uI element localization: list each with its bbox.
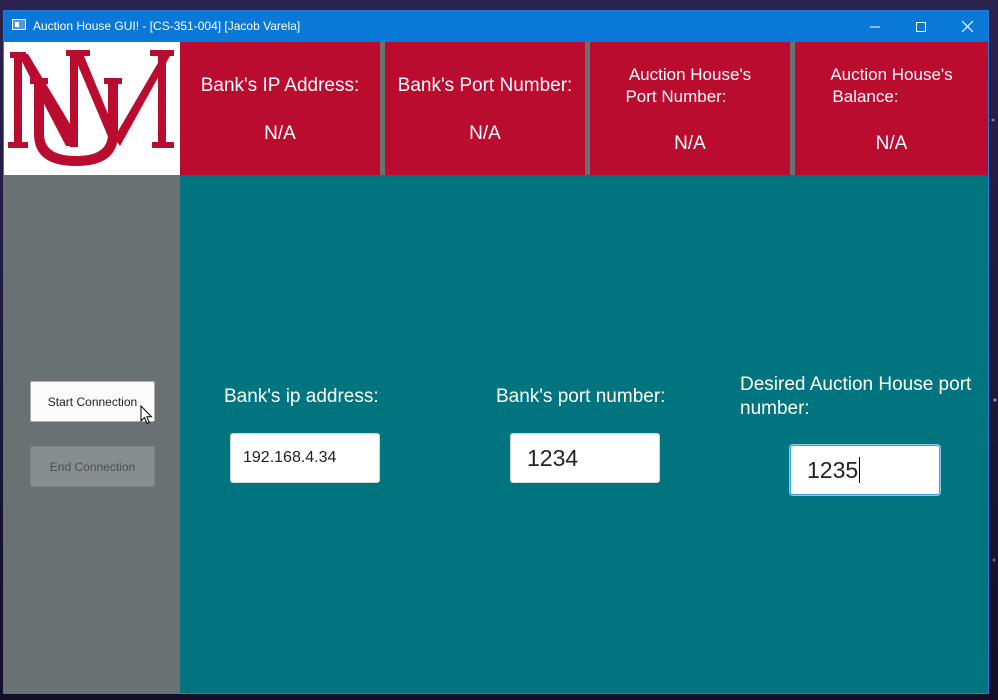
unm-logo	[4, 42, 180, 175]
bank-ip-label: Bank's ip address:	[224, 386, 379, 407]
end-connection-button[interactable]: End Connection	[30, 446, 155, 487]
bank-ip-header-value: N/A	[264, 123, 296, 144]
text-caret	[859, 457, 861, 483]
auction-port-header-label-line2: Port Number:	[625, 87, 727, 106]
app-window-icon	[12, 19, 26, 30]
auction-port-header-value: N/A	[674, 133, 706, 154]
auction-balance-header-label-line1: Auction House's	[830, 65, 953, 84]
close-button[interactable]	[944, 11, 990, 42]
bank-ip-header-label: Bank's IP Address:	[200, 75, 360, 96]
auction-port-input[interactable]: 1235	[790, 445, 940, 495]
bank-port-header-value: N/A	[469, 123, 501, 144]
auction-port-header-label: Auction House's Port Number:	[590, 64, 790, 108]
auction-balance-header: Auction House's Balance: N/A	[795, 42, 988, 175]
auction-port-header: Auction House's Port Number: N/A	[590, 42, 790, 175]
maximize-icon	[916, 21, 926, 32]
unm-logo-icon	[8, 50, 174, 166]
window-title: Auction House GUI! - [CS-351-004] [Jacob…	[33, 19, 301, 33]
bank-port-header-label: Bank's Port Number:	[397, 75, 573, 96]
close-icon	[961, 21, 973, 32]
auction-balance-header-label-line2: Balance:	[832, 87, 899, 106]
maximize-button[interactable]	[898, 11, 944, 42]
bank-port-label: Bank's port number:	[496, 386, 666, 407]
auction-port-input-value: 1235	[807, 456, 859, 483]
main-panel: Bank's ip address: 192.168.4.34 Bank's p…	[180, 175, 988, 693]
bank-ip-input[interactable]: 192.168.4.34	[230, 433, 380, 483]
bank-port-input[interactable]: 1234	[510, 433, 660, 483]
title-bar[interactable]: Auction House GUI! - [CS-351-004] [Jacob…	[4, 11, 988, 42]
bank-ip-header: Bank's IP Address: N/A	[180, 42, 380, 175]
auction-balance-header-value: N/A	[875, 133, 908, 154]
auction-port-label: Desired Auction House port number:	[740, 374, 972, 419]
minimize-button[interactable]	[852, 11, 898, 42]
auction-balance-header-label: Auction House's Balance:	[795, 64, 988, 108]
sidebar: Start Connection End Connection	[4, 175, 180, 693]
minimize-icon	[870, 26, 880, 27]
start-connection-button[interactable]: Start Connection	[30, 381, 155, 422]
mouse-cursor-icon	[140, 405, 153, 425]
bank-port-header: Bank's Port Number: N/A	[385, 42, 585, 175]
auction-port-header-label-line1: Auction House's	[628, 65, 752, 84]
app-window: Auction House GUI! - [CS-351-004] [Jacob…	[4, 11, 988, 693]
